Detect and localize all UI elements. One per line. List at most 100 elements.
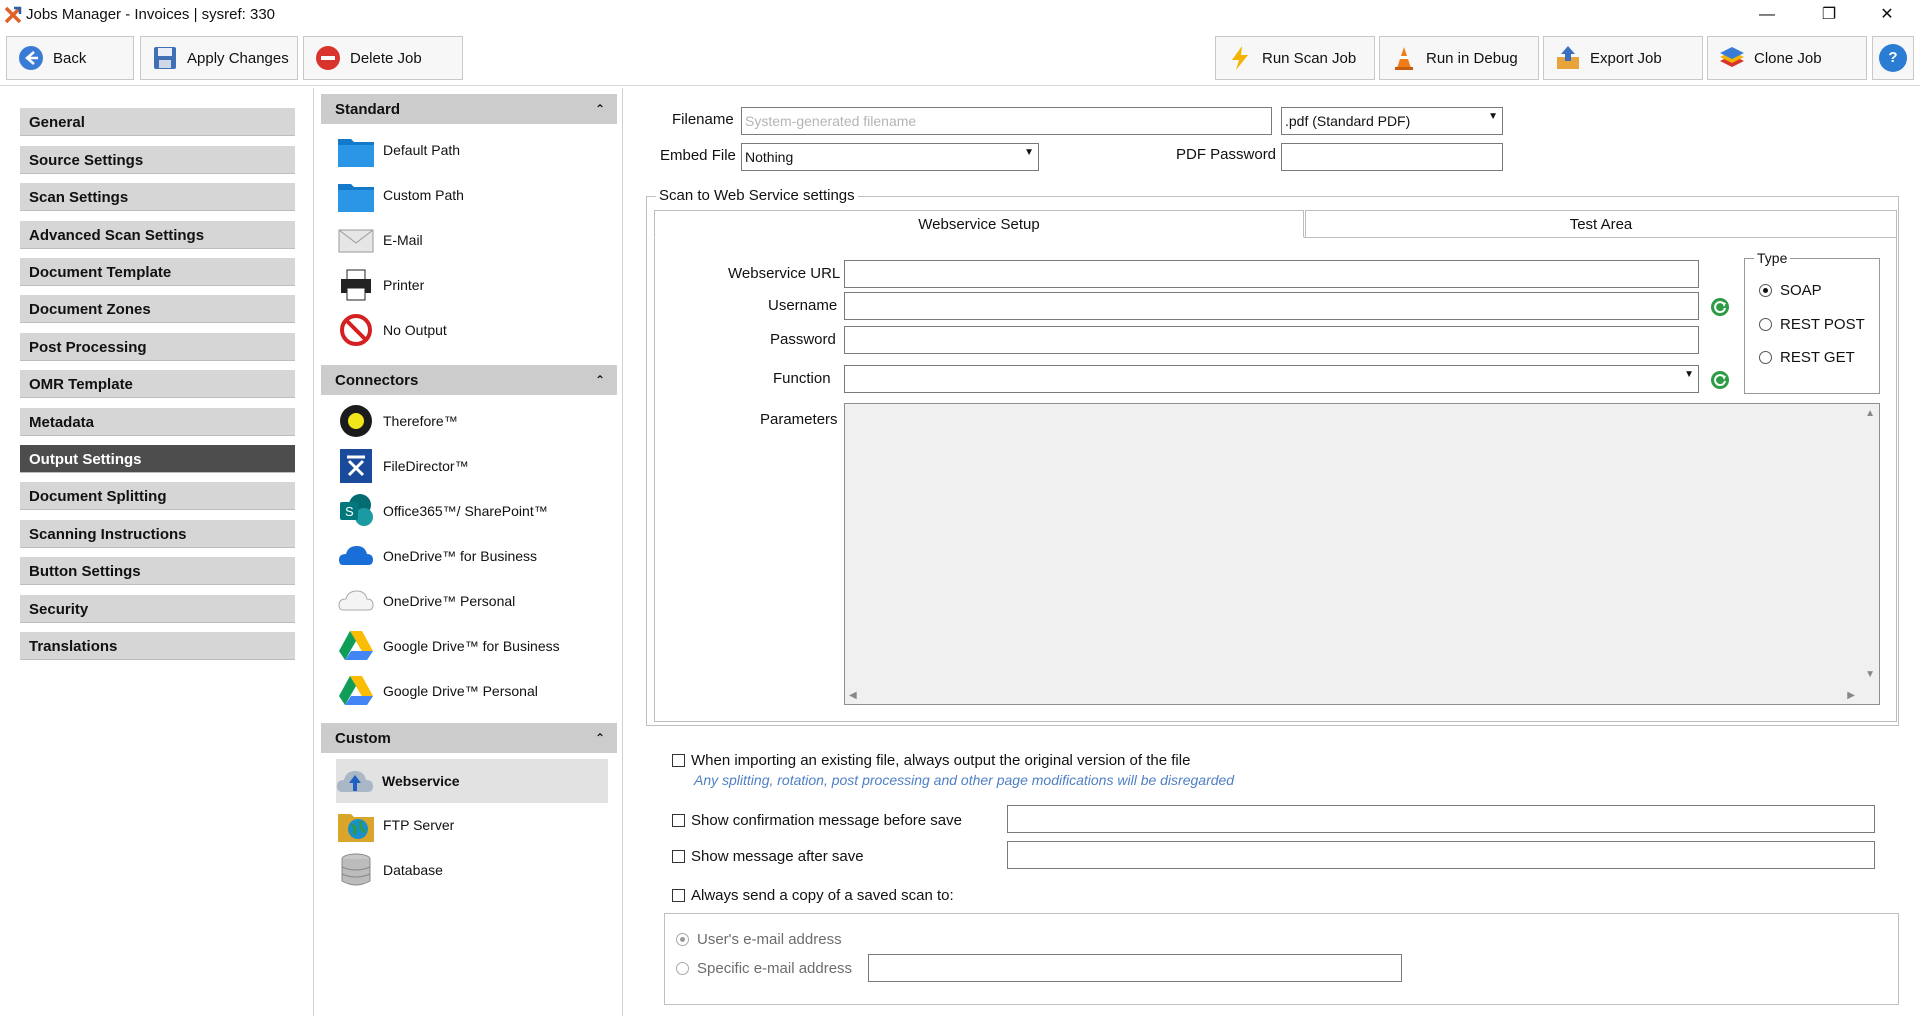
nav-item-general[interactable]: General [20, 108, 295, 136]
apply-changes-button[interactable]: Apply Changes [140, 36, 298, 80]
nav-item-source-settings[interactable]: Source Settings [20, 146, 295, 174]
collapse-chevron-icon[interactable]: ⌃ [595, 365, 605, 396]
collapse-chevron-icon[interactable]: ⌃ [595, 723, 605, 754]
layers-icon [1720, 47, 1744, 67]
scroll-down-icon[interactable]: ▼ [1865, 669, 1875, 680]
output-option-google-drive-personal[interactable]: Google Drive™ Personal [337, 671, 609, 711]
embed-file-select[interactable]: Nothing ▼ [741, 143, 1039, 171]
scroll-up-icon[interactable]: ▲ [1865, 408, 1875, 419]
parameters-grid[interactable]: ▲ ▼ ◀ ▶ [844, 403, 1880, 705]
export-icon [1557, 46, 1579, 69]
nav-item-document-splitting[interactable]: Document Splitting [20, 482, 295, 510]
nav-item-button-settings[interactable]: Button Settings [20, 557, 295, 585]
collapse-chevron-icon[interactable]: ⌃ [595, 94, 605, 125]
pdf-password-input[interactable] [1281, 143, 1503, 171]
run-scan-job-button[interactable]: Run Scan Job [1215, 36, 1375, 80]
nav-item-output-settings[interactable]: Output Settings [20, 445, 295, 473]
output-option-default-path[interactable]: Default Path [337, 130, 609, 170]
save-icon [154, 47, 176, 69]
output-option-google-drive-for-business[interactable]: Google Drive™ for Business [337, 626, 609, 666]
nav-item-post-processing[interactable]: Post Processing [20, 333, 295, 361]
type-rest-post-radio[interactable]: REST POST [1759, 316, 1865, 333]
output-option-filedirector[interactable]: FileDirector™ [337, 446, 609, 486]
output-option-label: Google Drive™ for Business [383, 638, 560, 654]
onedrive-personal-icon [337, 582, 375, 620]
nav-item-metadata[interactable]: Metadata [20, 408, 295, 436]
dropdown-arrow-icon: ▼ [1024, 147, 1034, 158]
import-original-checkbox[interactable]: When importing an existing file, always … [672, 752, 1190, 769]
output-option-printer[interactable]: Printer [337, 265, 609, 305]
send-copy-checkbox[interactable]: Always send a copy of a saved scan to: [672, 887, 954, 904]
output-option-ftp-server[interactable]: FTP Server [337, 805, 609, 845]
output-option-onedrive-for-business[interactable]: OneDrive™ for Business [337, 536, 609, 576]
type-soap-radio[interactable]: SOAP [1759, 282, 1822, 299]
recipient-specific-email-radio[interactable]: Specific e-mail address [676, 960, 852, 977]
nav-item-scanning-instructions[interactable]: Scanning Instructions [20, 520, 295, 548]
output-option-e-mail[interactable]: E-Mail [337, 220, 609, 260]
output-option-webservice[interactable]: Webservice [336, 759, 608, 803]
after-save-message-input[interactable] [1007, 841, 1875, 869]
nav-item-omr-template[interactable]: OMR Template [20, 370, 295, 398]
close-button[interactable]: ✕ [1858, 0, 1916, 30]
section-header-standard[interactable]: Standard ⌃ [321, 94, 617, 124]
nav-item-document-zones[interactable]: Document Zones [20, 295, 295, 323]
recipient-user-email-radio[interactable]: User's e-mail address [676, 931, 842, 948]
export-job-button[interactable]: Export Job [1543, 36, 1703, 80]
filename-input[interactable]: System-generated filename [741, 107, 1272, 135]
checkbox-box [672, 850, 685, 863]
confirm-before-save-checkbox[interactable]: Show confirmation message before save [672, 812, 962, 829]
nav-item-scan-settings[interactable]: Scan Settings [20, 183, 295, 211]
webservice-url-input[interactable] [844, 260, 1699, 288]
output-option-custom-path[interactable]: Custom Path [337, 175, 609, 215]
refresh-icon[interactable] [1710, 370, 1730, 390]
section-header-custom[interactable]: Custom ⌃ [321, 723, 617, 753]
type-rest-get-radio[interactable]: REST GET [1759, 349, 1855, 366]
section-title-standard: Standard [335, 101, 401, 118]
scroll-left-icon[interactable]: ◀ [849, 690, 857, 701]
username-label: Username [768, 297, 838, 314]
section-header-connectors[interactable]: Connectors ⌃ [321, 365, 617, 395]
radio-indicator [1759, 351, 1772, 364]
tab-test-area[interactable]: Test Area [1305, 210, 1897, 238]
nav-item-advanced-scan-settings[interactable]: Advanced Scan Settings [20, 221, 295, 249]
nav-item-document-template[interactable]: Document Template [20, 258, 295, 286]
webservice-url-label: Webservice URL [728, 265, 841, 282]
password-input[interactable] [844, 326, 1699, 354]
run-in-debug-label: Run in Debug [1426, 49, 1518, 67]
type-rest-get-label: REST GET [1780, 349, 1855, 366]
output-option-onedrive-personal[interactable]: OneDrive™ Personal [337, 581, 609, 621]
restore-button[interactable]: ❐ [1800, 0, 1858, 30]
output-option-therefore[interactable]: Therefore™ [337, 401, 609, 441]
clone-job-button[interactable]: Clone Job [1707, 36, 1867, 80]
window-title: Jobs Manager - Invoices | sysref: 330 [26, 6, 276, 23]
format-select[interactable]: .pdf (Standard PDF) ▼ [1281, 107, 1503, 135]
output-option-label: Webservice [382, 773, 460, 789]
webservice-settings-title: Scan to Web Service settings [656, 187, 858, 204]
output-option-label: Google Drive™ Personal [383, 683, 538, 699]
radio-indicator [1759, 284, 1772, 297]
help-button[interactable]: ? [1872, 36, 1914, 80]
back-button[interactable]: Back [6, 36, 134, 80]
recipient-user-email-label: User's e-mail address [697, 931, 842, 948]
refresh-icon[interactable] [1710, 297, 1730, 317]
delete-job-button[interactable]: Delete Job [303, 36, 463, 80]
scroll-right-icon[interactable]: ▶ [1847, 690, 1855, 701]
minimize-button[interactable]: — [1738, 0, 1796, 30]
confirm-message-input[interactable] [1007, 805, 1875, 833]
nav-item-security[interactable]: Security [20, 595, 295, 623]
specific-email-input[interactable] [868, 954, 1402, 982]
message-after-save-checkbox[interactable]: Show message after save [672, 848, 864, 865]
username-input[interactable] [844, 292, 1699, 320]
svg-text:S: S [345, 504, 354, 519]
function-select[interactable]: ▼ [844, 365, 1699, 393]
output-option-office365-sharepoint[interactable]: S Office365™/ SharePoint™ [337, 491, 609, 531]
tab-webservice-setup[interactable]: Webservice Setup [654, 210, 1304, 238]
apply-changes-label: Apply Changes [187, 49, 289, 67]
output-option-database[interactable]: Database [337, 850, 609, 890]
run-in-debug-button[interactable]: Run in Debug [1379, 36, 1539, 80]
output-option-no-output[interactable]: No Output [337, 310, 609, 350]
recipient-specific-email-label: Specific e-mail address [697, 960, 853, 977]
nav-item-translations[interactable]: Translations [20, 632, 295, 660]
function-label: Function [773, 370, 831, 387]
lightning-icon [1232, 46, 1248, 70]
